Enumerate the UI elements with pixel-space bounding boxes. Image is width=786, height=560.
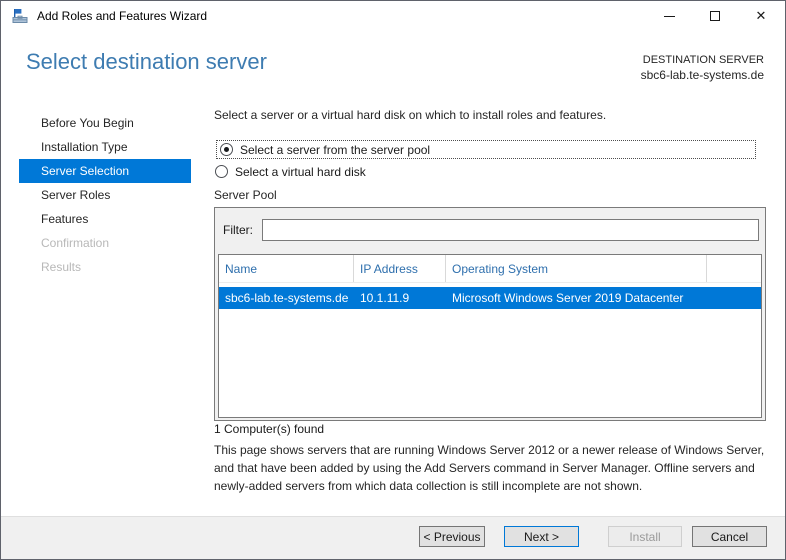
cell-server-os: Microsoft Windows Server 2019 Datacenter (452, 291, 684, 305)
radio-virtual-hard-disk[interactable]: Select a virtual hard disk (214, 162, 754, 181)
column-header-spacer (707, 255, 761, 282)
next-button[interactable]: Next > (504, 526, 579, 547)
filter-label: Filter: (223, 223, 253, 237)
radio-selected-icon (220, 143, 233, 156)
close-icon: ✕ (755, 8, 767, 23)
close-button[interactable]: ✕ (738, 1, 784, 31)
destination-server-name: sbc6-lab.te-systems.de (640, 68, 764, 82)
wizard-nav: Before You Begin Installation Type Serve… (19, 111, 191, 279)
radio-unselected-icon (215, 165, 228, 178)
nav-item-features[interactable]: Features (19, 207, 191, 231)
column-header-operating-system[interactable]: Operating System (446, 255, 707, 282)
previous-button[interactable]: < Previous (419, 526, 485, 547)
maximize-button[interactable] (692, 1, 738, 31)
window-title: Add Roles and Features Wizard (37, 9, 208, 23)
wizard-icon (12, 9, 28, 23)
nav-item-confirmation: Confirmation (41, 236, 110, 250)
nav-item-server-roles[interactable]: Server Roles (19, 183, 191, 207)
server-table: Name IP Address Operating System sbc6-la… (218, 254, 762, 418)
intro-text: Select a server or a virtual hard disk o… (214, 108, 607, 122)
destination-server-label: DESTINATION SERVER (642, 54, 764, 66)
titlebar: Add Roles and Features Wizard ✕ (1, 1, 785, 31)
filter-row: Filter: (223, 219, 759, 241)
server-table-header: Name IP Address Operating System (219, 255, 761, 283)
column-header-name[interactable]: Name (219, 255, 354, 282)
table-row-server[interactable]: sbc6-lab.te-systems.de 10.1.11.9 Microso… (219, 287, 761, 309)
computers-found-text: 1 Computer(s) found (214, 422, 325, 436)
wizard-window: Add Roles and Features Wizard ✕ Select d… (0, 0, 786, 560)
nav-item-results: Results (41, 260, 82, 274)
cell-server-name: sbc6-lab.te-systems.de (225, 291, 349, 305)
server-pool-label: Server Pool (214, 188, 277, 202)
install-button: Install (608, 526, 682, 547)
radio-server-pool-label: Select a server from the server pool (240, 142, 431, 157)
cell-server-ip: 10.1.11.9 (360, 291, 410, 305)
nav-item-server-selection[interactable]: Server Selection (19, 159, 191, 183)
radio-virtual-hard-disk-label: Select a virtual hard disk (235, 164, 366, 179)
nav-item-installation-type[interactable]: Installation Type (19, 135, 191, 159)
cell-spacer (707, 287, 761, 309)
minimize-button[interactable] (646, 1, 692, 31)
column-header-ip-address[interactable]: IP Address (354, 255, 446, 282)
cancel-button[interactable]: Cancel (692, 526, 767, 547)
radio-server-pool[interactable]: Select a server from the server pool (216, 140, 756, 159)
footer-bar: < Previous Next > Install Cancel (1, 516, 785, 559)
destination-server-block: DESTINATION SERVER sbc6-lab.te-systems.d… (641, 53, 764, 83)
server-pool-box: Filter: Name IP Address Operating System… (214, 207, 766, 421)
page-description: This page shows servers that are running… (214, 443, 765, 493)
minimize-icon (663, 15, 675, 17)
window-controls: ✕ (646, 1, 784, 31)
filter-input[interactable] (262, 219, 759, 241)
page-title: Select destination server (26, 49, 267, 74)
nav-item-before-you-begin[interactable]: Before You Begin (19, 111, 191, 135)
maximize-icon (710, 11, 720, 21)
